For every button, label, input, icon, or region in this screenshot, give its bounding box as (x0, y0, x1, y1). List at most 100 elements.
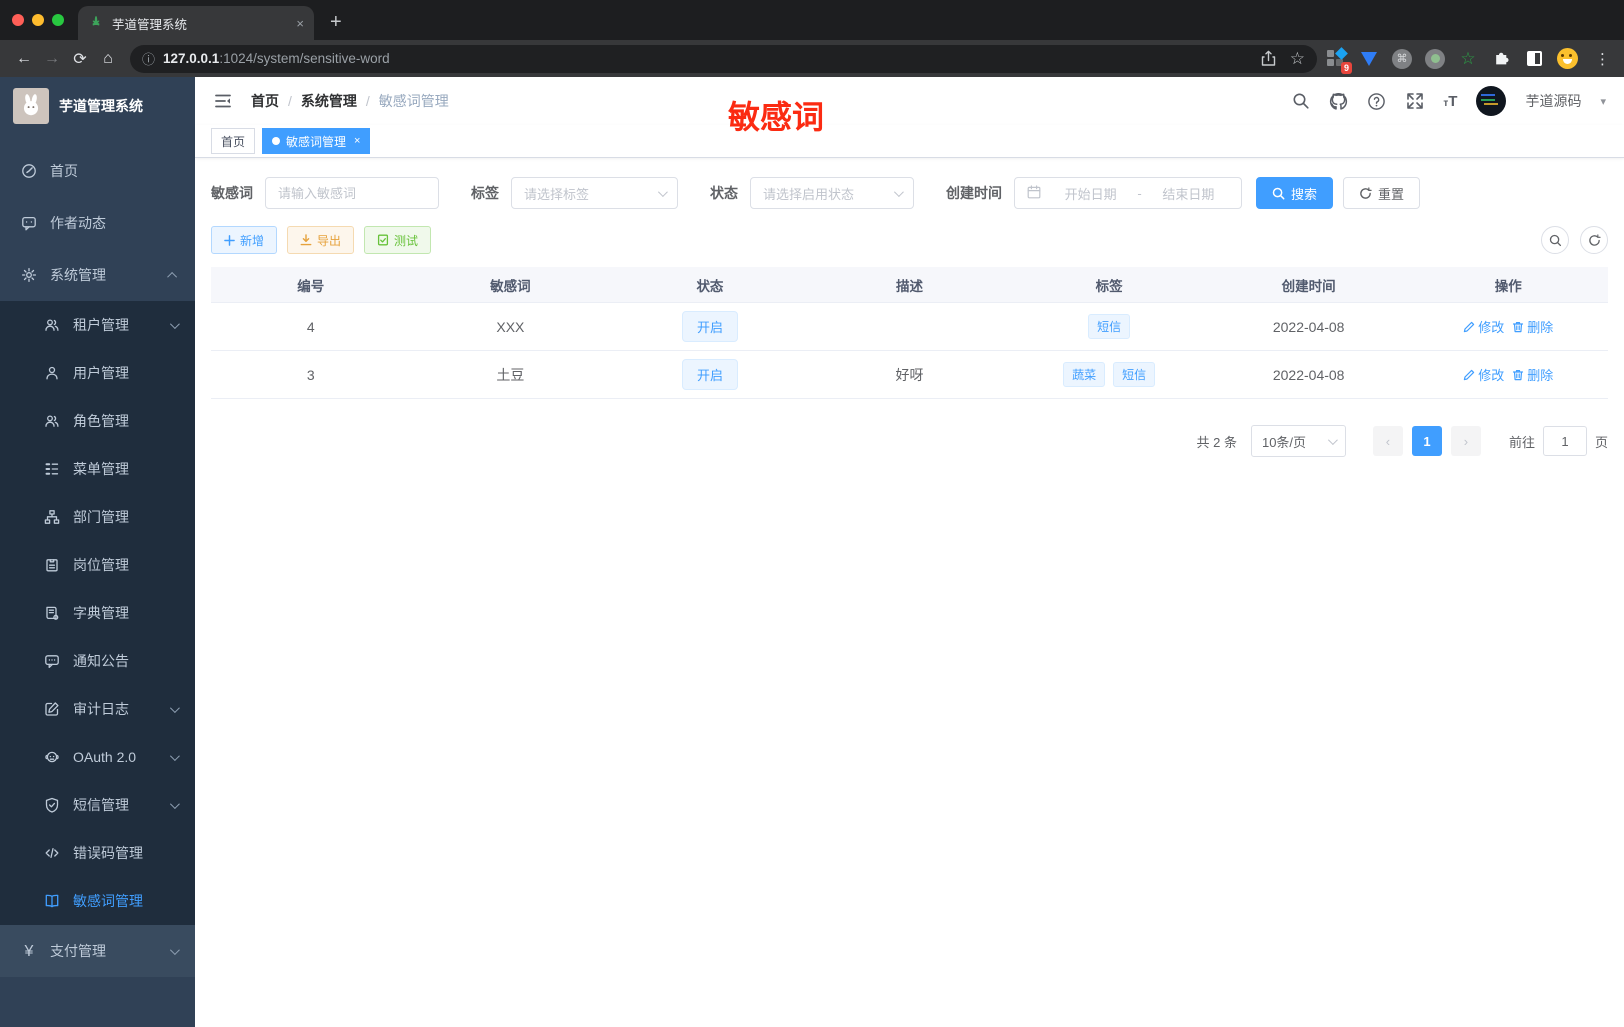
help-icon[interactable] (1367, 92, 1386, 111)
test-button[interactable]: 测试 (364, 226, 432, 254)
github-icon[interactable] (1329, 92, 1348, 111)
browser-menu-icon[interactable]: ⋮ (1595, 50, 1610, 68)
sidebar-item-label: 系统管理 (50, 267, 106, 283)
edit-link[interactable]: 修改 (1463, 365, 1504, 384)
tab-close-icon[interactable]: × (296, 16, 304, 31)
profile-avatar-icon[interactable] (1556, 48, 1578, 70)
table-row: 4 XXX 开启 短信 2022-04-08 修改 删除 (211, 303, 1608, 351)
show-search-toggle-button[interactable] (1541, 226, 1569, 254)
sidebar-collapse-icon[interactable] (213, 91, 233, 111)
sidebar-item-author-news[interactable]: 作者动态 (0, 197, 195, 249)
sidebar-item-sensitive-words[interactable]: 敏感词管理 (0, 877, 195, 925)
chevron-down-icon (169, 944, 180, 955)
sidebar-item-home[interactable]: 首页 (0, 145, 195, 197)
sidebar-item-users[interactable]: 用户管理 (0, 349, 195, 397)
sidebar-item-payment[interactable]: ¥ 支付管理 (0, 925, 195, 977)
vimium-extension-icon[interactable] (1358, 48, 1380, 70)
search-button[interactable]: 搜索 (1256, 177, 1334, 209)
site-info-icon[interactable]: ⓘ (142, 49, 155, 68)
sidebar-item-system[interactable]: 系统管理 (0, 249, 195, 301)
recorder-extension-icon[interactable] (1424, 48, 1446, 70)
user-avatar[interactable] (1476, 86, 1507, 116)
sidebar-logo[interactable]: 芋道管理系统 (0, 77, 195, 135)
export-button[interactable]: 导出 (287, 226, 355, 254)
breadcrumb-home[interactable]: 首页 (251, 91, 279, 111)
reload-button[interactable]: ⟳ (66, 45, 94, 73)
sidebar-item-label: 作者动态 (50, 215, 106, 231)
sidebar-item-notices[interactable]: 通知公告 (0, 637, 195, 685)
edit-link[interactable]: 修改 (1463, 317, 1504, 336)
breadcrumb-system[interactable]: 系统管理 (301, 91, 357, 111)
sidebar-item-oauth[interactable]: OAuth 2.0 (0, 733, 195, 781)
sidebar-item-label: OAuth 2.0 (73, 749, 137, 765)
sidebar-item-menus[interactable]: 菜单管理 (0, 445, 195, 493)
minimize-window-button[interactable] (32, 14, 44, 26)
select-caret-icon (1327, 434, 1338, 445)
column-header: 创建时间 (1281, 278, 1336, 294)
view-tab-home[interactable]: 首页 (211, 128, 256, 154)
home-button[interactable]: ⌂ (94, 45, 122, 73)
bookmark-star-icon[interactable]: ☆ (1290, 49, 1305, 69)
command-extension-icon[interactable]: ⌘ (1391, 48, 1413, 70)
cell-id: 4 (306, 318, 315, 335)
chevron-up-icon (167, 271, 178, 282)
star-extension-icon[interactable]: ☆ (1457, 48, 1479, 70)
zoom-window-button[interactable] (52, 14, 64, 26)
keyword-input[interactable] (278, 185, 426, 201)
extensions-puzzle-icon[interactable] (1490, 48, 1512, 70)
prev-page-button[interactable]: ‹ (1372, 426, 1403, 456)
sidebar-item-label: 菜单管理 (73, 461, 129, 477)
trash-icon (1513, 369, 1524, 380)
status-badge: 开启 (681, 311, 738, 342)
new-tab-button[interactable]: + (330, 11, 342, 34)
status-select[interactable]: 请选择启用状态 (750, 177, 914, 209)
browser-tab[interactable]: 芋道管理系统 × (78, 6, 314, 40)
goto-page-input[interactable] (1542, 426, 1587, 456)
url-host: 127.0.0.1 (163, 51, 220, 66)
share-icon[interactable] (1261, 50, 1276, 67)
pagination-total: 共 2 条 (1196, 434, 1237, 450)
font-size-icon[interactable]: тT (1443, 93, 1457, 110)
tab-grid-extension-icon[interactable]: 9 (1325, 46, 1352, 74)
user-menu-caret-icon[interactable]: ▾ (1600, 95, 1606, 108)
address-bar[interactable]: ⓘ 127.0.0.1 :1024/system/sensitive-word … (130, 44, 1317, 73)
split-view-extension-icon[interactable] (1523, 48, 1545, 70)
date-range-picker[interactable]: 开始日期 - 结束日期 (1014, 177, 1242, 209)
refresh-icon (1360, 186, 1372, 199)
date-label: 创建时间 (946, 185, 1002, 201)
sidebar-item-audit-log[interactable]: 审计日志 (0, 685, 195, 733)
sidebar-item-label: 支付管理 (50, 943, 106, 959)
view-tab-sensitive-words[interactable]: 敏感词管理 × (262, 128, 371, 154)
fullscreen-icon[interactable] (1405, 92, 1424, 111)
page-size-select[interactable]: 10条/页 (1250, 425, 1346, 457)
select-caret-icon (657, 186, 668, 197)
sidebar-item-roles[interactable]: 角色管理 (0, 397, 195, 445)
sidebar-item-error-codes[interactable]: 错误码管理 (0, 829, 195, 877)
sidebar-item-posts[interactable]: 岗位管理 (0, 541, 195, 589)
user-name[interactable]: 芋道源码 (1525, 91, 1581, 111)
refresh-table-button[interactable] (1580, 226, 1608, 254)
view-tab-close-icon[interactable]: × (354, 135, 360, 147)
sidebar-item-dictionary[interactable]: 字典管理 (0, 589, 195, 637)
delete-link[interactable]: 删除 (1512, 317, 1553, 336)
next-page-button[interactable]: › (1450, 426, 1481, 456)
add-button[interactable]: 新增 (211, 226, 278, 254)
sidebar-item-label: 通知公告 (73, 653, 129, 669)
sidebar-item-sms[interactable]: 短信管理 (0, 781, 195, 829)
sidebar-item-label: 审计日志 (73, 701, 129, 717)
header-search-icon[interactable] (1291, 92, 1310, 111)
search-button-label: 搜索 (1291, 186, 1318, 202)
delete-link[interactable]: 删除 (1512, 365, 1553, 384)
robot-icon (44, 749, 60, 765)
tag-select[interactable]: 请选择标签 (511, 177, 678, 209)
sidebar-item-departments[interactable]: 部门管理 (0, 493, 195, 541)
cell-word: XXX (496, 318, 525, 335)
reset-button[interactable]: 重置 (1343, 177, 1421, 209)
back-button[interactable]: ← (10, 45, 38, 73)
sidebar-item-tenant[interactable]: 租户管理 (0, 301, 195, 349)
close-window-button[interactable] (12, 14, 24, 26)
breadcrumb-separator: / (365, 93, 370, 109)
cell-word: 土豆 (496, 366, 525, 383)
page-number-button[interactable]: 1 (1411, 426, 1442, 456)
forward-button[interactable]: → (38, 45, 66, 73)
